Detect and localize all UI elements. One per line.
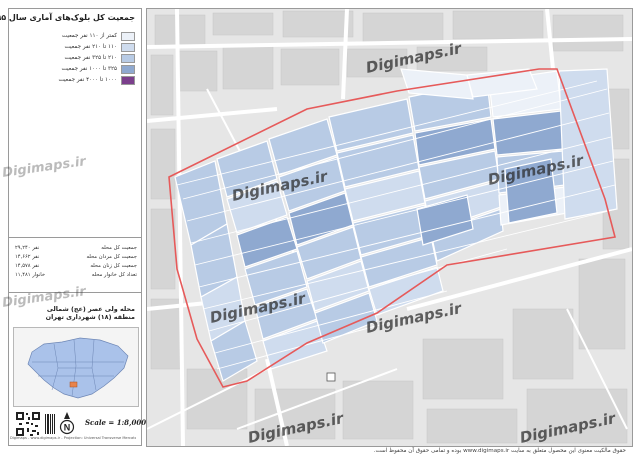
legend-item: کمتر از ۱۱۰ نفر جمعیت — [17, 31, 135, 41]
legend-swatch — [121, 42, 135, 52]
stat-label: جمعیت کل مردان محله — [86, 254, 137, 260]
stat-value: ۲۹,۲۴۰ نفر — [15, 245, 40, 251]
panel-divider — [9, 237, 141, 238]
barcode-icon — [44, 413, 56, 435]
place-block: محله ولی عصر (عج) شمالی منطقه (۱۸) شهردا… — [46, 305, 135, 321]
locator-inset-map — [13, 327, 139, 407]
legend-label: کمتر از ۱۱۰ نفر جمعیت — [61, 33, 117, 39]
poi-marker-icon[interactable] — [326, 372, 336, 382]
legend-label: ۱۰۰۰ تا ۴۰۰۰ نفر جمعیت — [58, 77, 118, 83]
legend-swatch — [121, 53, 135, 63]
district-name: منطقه (۱۸) شهرداری تهران — [45, 313, 135, 321]
stat-row: ۱۴,۶۶۲ نفر جمعیت کل مردان محله — [15, 254, 137, 263]
legend-swatch — [121, 31, 135, 41]
map-sheet: جمعیت کل بلوک‌های آماری سال ۱۳۹۵ کمتر از… — [0, 0, 643, 461]
legend-swatch — [121, 75, 135, 85]
projection-footer: Digimaps - www.digimaps.ir - Projection:… — [10, 436, 136, 440]
legend-list: کمتر از ۱۱۰ نفر جمعیت ۱۱۰ تا ۲۱۰ نفر جمع… — [17, 31, 135, 86]
legend-item: ۱۰۰۰ تا ۴۰۰۰ نفر جمعیت — [17, 75, 135, 85]
legend-swatch — [121, 64, 135, 74]
copyright-notice: حقوق مالکیت معنوی این محصول متعلق به سای… — [373, 448, 626, 454]
qr-code-icon — [15, 411, 41, 437]
stat-row: ۱۱,۴۸۱ خانوار تعداد کل خانوار محله — [15, 272, 137, 281]
legend-label: ۱۱۰ تا ۲۱۰ نفر جمعیت — [64, 44, 117, 50]
stat-label: جمعیت کل محله — [101, 245, 137, 251]
stat-value: ۱۱,۴۸۱ خانوار — [15, 272, 46, 278]
stats-table: ۲۹,۲۴۰ نفر جمعیت کل محله ۱۴,۶۶۲ نفر جمعی… — [15, 245, 137, 281]
stat-value: ۱۴,۵۷۸ نفر — [15, 263, 40, 269]
north-arrow-icon: N — [59, 412, 75, 435]
stat-row: ۱۴,۵۷۸ نفر جمعیت کل زنان محله — [15, 263, 137, 272]
neighborhood-name: محله ولی عصر (عج) شمالی — [46, 305, 135, 313]
legend-item: ۱۱۰ تا ۲۱۰ نفر جمعیت — [17, 42, 135, 52]
main-map[interactable]: Digimaps.ir Digimaps.ir Digimaps.ir Digi… — [146, 8, 633, 447]
map-title: جمعیت کل بلوک‌های آماری سال ۱۳۹۵ — [0, 13, 135, 22]
neighborhood-highlight — [69, 381, 78, 388]
legend-panel: جمعیت کل بلوک‌های آماری سال ۱۳۹۵ کمتر از… — [0, 8, 146, 446]
legend-label: ۳۲۵ تا ۱۰۰۰ نفر جمعیت — [61, 66, 117, 72]
north-label: N — [64, 423, 71, 433]
stat-row: ۲۹,۲۴۰ نفر جمعیت کل محله — [15, 245, 137, 254]
legend-label: ۲۱۰ تا ۳۲۵ نفر جمعیت — [64, 55, 117, 61]
scale-label: Scale = 1:8,000 — [85, 418, 147, 427]
legend-item: ۲۱۰ تا ۳۲۵ نفر جمعیت — [17, 53, 135, 63]
stat-label: جمعیت کل زنان محله — [90, 263, 137, 269]
map-svg — [147, 9, 632, 446]
stat-label: تعداد کل خانوار محله — [91, 272, 137, 278]
stat-value: ۱۴,۶۶۲ نفر — [15, 254, 40, 260]
locator-map-svg — [27, 337, 129, 399]
legend-item: ۳۲۵ تا ۱۰۰۰ نفر جمعیت — [17, 64, 135, 74]
